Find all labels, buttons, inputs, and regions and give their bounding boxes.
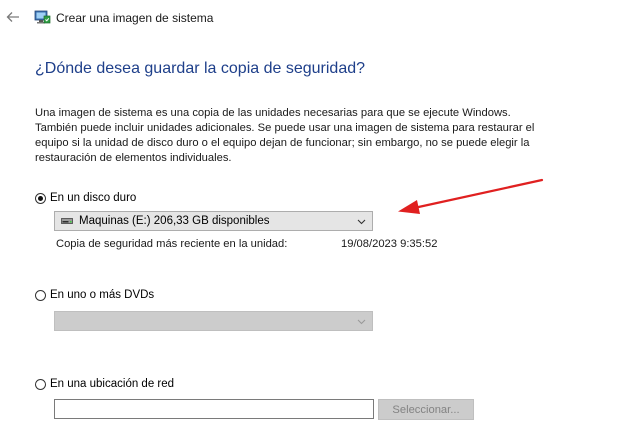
drive-select-value: Maquinas (E:) 206,33 GB disponibles	[79, 215, 270, 227]
chevron-down-icon	[357, 319, 366, 325]
last-backup-label: Copia de seguridad más reciente en la un…	[56, 238, 288, 250]
description-line: restauración de elementos individuales.	[35, 152, 232, 164]
dvd-drive-select	[54, 311, 373, 331]
radio-dvd-label: En uno o más DVDs	[50, 289, 155, 301]
radio-button-unchecked[interactable]	[35, 378, 46, 390]
window-title: Crear una imagen de sistema	[56, 11, 214, 25]
page-heading: ¿Dónde desea guardar la copia de segurid…	[35, 60, 366, 77]
last-backup-value: 19/08/2023 9:35:52	[341, 238, 438, 250]
radio-button-checked[interactable]	[35, 192, 46, 204]
select-location-button: Seleccionar...	[378, 399, 474, 420]
description-line: equipo si la unidad de disco duro o el e…	[35, 137, 530, 149]
radio-network-label: En una ubicación de red	[50, 378, 175, 390]
radio-dvd[interactable]: En uno o más DVDs	[35, 289, 154, 301]
description-line: Una imagen de sistema es una copia de la…	[35, 107, 511, 119]
chevron-down-icon	[357, 219, 366, 225]
network-path-input[interactable]	[54, 399, 374, 419]
back-arrow-icon[interactable]	[6, 10, 20, 24]
radio-hard-disk[interactable]: En un disco duro	[35, 192, 136, 204]
system-image-icon	[34, 9, 51, 25]
radio-hard-disk-label: En un disco duro	[50, 192, 137, 204]
hard-drive-icon	[61, 218, 73, 224]
description-line: También puede incluir unidades adicional…	[35, 122, 535, 134]
radio-network[interactable]: En una ubicación de red	[35, 378, 174, 390]
description-text: Una imagen de sistema es una copia de la…	[35, 106, 595, 166]
radio-button-unchecked[interactable]	[35, 289, 46, 301]
drive-select[interactable]: Maquinas (E:) 206,33 GB disponibles	[54, 211, 373, 231]
red-arrow-annotation	[398, 178, 544, 214]
